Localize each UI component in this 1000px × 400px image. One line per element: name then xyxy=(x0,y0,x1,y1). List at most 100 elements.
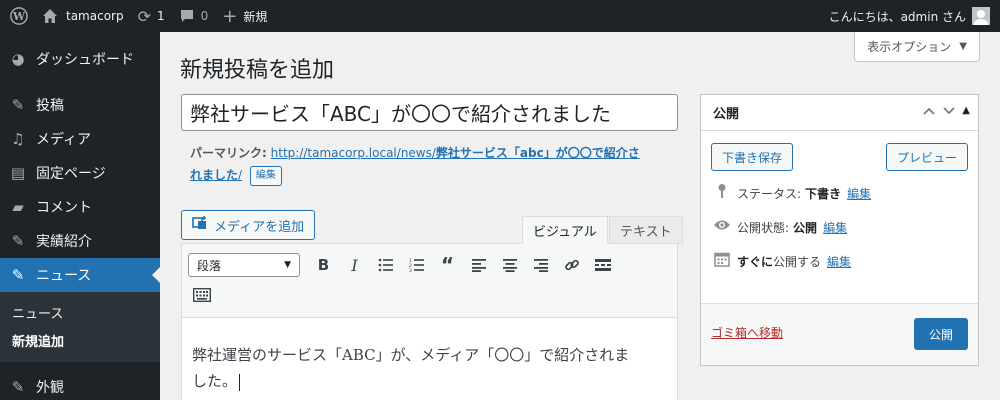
wordpress-logo-icon: W xyxy=(10,7,28,25)
news-submenu: ニュース 新規追加 xyxy=(0,292,160,362)
new-content-link[interactable]: + 新規 xyxy=(215,0,274,32)
text-cursor xyxy=(239,373,241,391)
publish-box-header: 公開 ▲ xyxy=(701,95,978,131)
menu-label: ニュース xyxy=(36,268,92,284)
permalink-label: パーマリンク: xyxy=(190,146,267,160)
eye-icon xyxy=(713,219,731,235)
visibility-row: 公開状態: 公開 編集 xyxy=(713,217,847,237)
pin-icon: ✎ xyxy=(11,266,25,284)
comments-icon xyxy=(179,8,195,24)
tab-visual-label: ビジュアル xyxy=(533,224,597,240)
italic-icon[interactable]: I xyxy=(339,251,370,279)
appearance-icon: ✎ xyxy=(11,378,25,396)
svg-text:3: 3 xyxy=(409,268,412,272)
screen-options-label: 表示オプション xyxy=(867,40,952,54)
align-right-icon[interactable] xyxy=(525,251,556,279)
link-icon[interactable] xyxy=(556,251,587,279)
save-draft-label: 下書き保存 xyxy=(722,150,783,165)
menu-posts[interactable]: ✎ 投稿 xyxy=(0,88,160,122)
align-center-icon[interactable] xyxy=(494,251,525,279)
menu-pages[interactable]: ▤ 固定ページ xyxy=(0,156,160,190)
tab-visual[interactable]: ビジュアル xyxy=(522,216,608,244)
post-title-value: 弊社サービス「ABC」が〇〇で紹介されました xyxy=(190,102,612,126)
chevron-up-icon[interactable] xyxy=(922,105,936,120)
menu-label: メディア xyxy=(36,132,92,148)
new-label: 新規 xyxy=(243,9,268,24)
editor-content-area[interactable]: 弊社運営のサービス「ABC」が、メディア「〇〇」で紹介されま した。 xyxy=(182,318,677,394)
submenu-add-new[interactable]: 新規追加 xyxy=(0,326,160,354)
add-media-label: メディアを追加 xyxy=(214,219,305,235)
schedule-prefix: すぐに xyxy=(737,254,774,269)
tab-text[interactable]: テキスト xyxy=(609,216,683,244)
caret-down-icon: ▼ xyxy=(959,41,967,52)
read-more-icon[interactable] xyxy=(587,251,618,279)
publish-button[interactable]: 公開 xyxy=(913,318,968,350)
blockquote-icon[interactable]: “ xyxy=(432,251,463,279)
permalink-slug-suffix: / xyxy=(238,168,243,182)
comments-link[interactable]: 0 xyxy=(172,0,216,32)
menu-media[interactable]: ♫ メディア xyxy=(0,122,160,156)
bold-icon[interactable]: B xyxy=(308,251,339,279)
menu-news[interactable]: ✎ ニュース xyxy=(0,258,160,292)
comments-count: 0 xyxy=(200,9,209,23)
bullet-list-icon[interactable] xyxy=(370,251,401,279)
menu-label: 外観 xyxy=(36,380,64,396)
wordpress-logo-button[interactable]: W xyxy=(0,0,35,32)
status-label: ステータス: xyxy=(737,186,802,201)
site-name-link[interactable]: tamacorp xyxy=(35,0,131,32)
visibility-edit-link[interactable]: 編集 xyxy=(823,219,847,236)
content-line-2-wrap: した。 xyxy=(192,368,667,394)
main-content: 表示オプション ▼ 新規投稿を追加 弊社サービス「ABC」が〇〇で紹介されました… xyxy=(160,32,1000,400)
publish-box: 公開 ▲ 下書き保存 プレビュー ステータス: 下書き 編集 公開状態: 公開 … xyxy=(700,94,979,366)
content-line-2: した。 xyxy=(192,372,238,390)
greeting-text: こんにちは、admin さん xyxy=(828,9,966,24)
format-select-value: 段落 xyxy=(197,258,222,273)
tab-text-label: テキスト xyxy=(620,224,672,240)
media-icon: ♫ xyxy=(11,130,25,148)
toggle-panel-icon[interactable]: ▲ xyxy=(962,105,970,120)
content-editor: 段落 ▼ B I 123 “ 弊社運営のサービス「ABC」が、メディア「〇〇」で… xyxy=(181,243,678,400)
menu-comments[interactable]: ▰ コメント xyxy=(0,190,160,224)
menu-works[interactable]: ✎ 実績紹介 xyxy=(0,224,160,258)
site-name: tamacorp xyxy=(66,9,124,23)
admin-bar: W tamacorp ⟳ 1 0 + 新規 こんにちは、admin さん xyxy=(0,0,1000,32)
avatar xyxy=(972,7,990,25)
permalink-edit-button[interactable]: 編集 xyxy=(249,165,282,186)
content-line-1: 弊社運営のサービス「ABC」が、メディア「〇〇」で紹介されま xyxy=(192,346,630,364)
format-select[interactable]: 段落 ▼ xyxy=(188,253,300,277)
menu-label: コメント xyxy=(36,200,92,216)
add-media-icon xyxy=(192,215,208,235)
screen-options-button[interactable]: 表示オプション ▼ xyxy=(854,32,980,62)
page-title: 新規投稿を追加 xyxy=(180,58,335,83)
permalink-slug: 弊社サービス「abc」が〇〇で紹介さ xyxy=(435,146,640,160)
submenu-news-all[interactable]: ニュース xyxy=(0,298,160,326)
menu-appearance[interactable]: ✎ 外観 xyxy=(0,370,160,400)
dashboard-icon: ◕ xyxy=(11,50,25,68)
menu-label: ダッシュボード xyxy=(36,52,134,68)
user-greeting[interactable]: こんにちは、admin さん xyxy=(829,0,990,32)
pin-icon: ✎ xyxy=(11,232,25,250)
numbered-list-icon[interactable]: 123 xyxy=(401,251,432,279)
align-left-icon[interactable] xyxy=(463,251,494,279)
menu-dashboard[interactable]: ◕ ダッシュボード xyxy=(0,42,160,76)
status-edit-link[interactable]: 編集 xyxy=(847,185,871,202)
updates-icon: ⟳ xyxy=(137,6,151,26)
move-to-trash-link[interactable]: ゴミ箱へ移動 xyxy=(711,324,783,341)
caret-down-icon: ▼ xyxy=(284,260,291,270)
schedule-suffix: 公開する xyxy=(773,254,822,269)
menu-label: 投稿 xyxy=(36,98,64,114)
editor-toolbar: 段落 ▼ B I 123 “ xyxy=(182,244,677,318)
updates-count: 1 xyxy=(157,9,165,23)
calendar-icon xyxy=(713,251,731,271)
add-media-button[interactable]: メディアを追加 xyxy=(181,210,316,240)
visibility-value: 公開 xyxy=(793,220,818,235)
updates-link[interactable]: ⟳ 1 xyxy=(131,0,172,32)
keyboard-icon[interactable] xyxy=(188,281,216,309)
status-value: 下書き xyxy=(805,186,842,201)
chevron-down-icon[interactable] xyxy=(942,105,956,120)
post-title-input[interactable]: 弊社サービス「ABC」が〇〇で紹介されました xyxy=(181,94,678,131)
schedule-edit-link[interactable]: 編集 xyxy=(827,253,851,270)
preview-button[interactable]: プレビュー xyxy=(885,143,968,171)
save-draft-button[interactable]: 下書き保存 xyxy=(711,143,794,171)
schedule-row: すぐに 公開する 編集 xyxy=(713,251,851,271)
